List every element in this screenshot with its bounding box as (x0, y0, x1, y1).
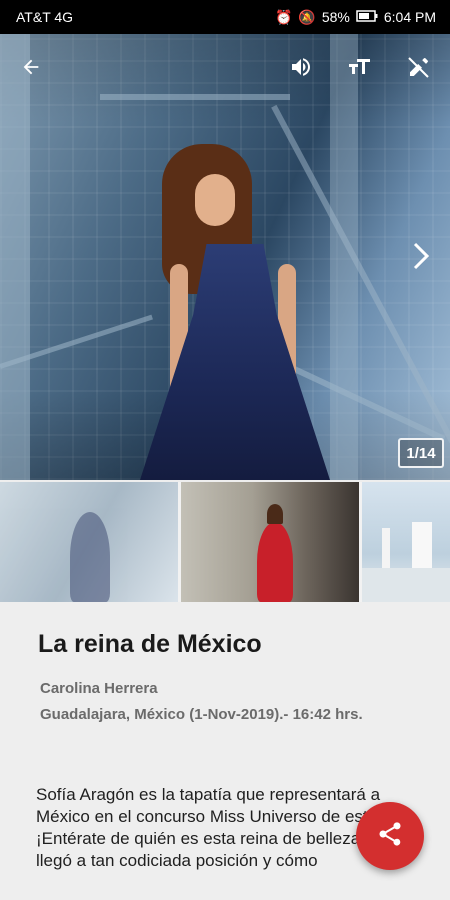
share-button[interactable] (356, 802, 424, 870)
thumbnail-3[interactable] (362, 482, 450, 602)
text-size-icon[interactable] (346, 52, 376, 82)
thumbnail-1[interactable] (0, 482, 178, 602)
status-icons: ⏰ 🔕 58% 6:04 PM (275, 9, 436, 26)
article-title: La reina de México (38, 630, 262, 658)
article-dateline: Guadalajara, México (1-Nov-2019).- 16:42… (40, 706, 363, 723)
status-bar: AT&T 4G ⏰ 🔕 58% 6:04 PM (0, 0, 450, 34)
battery-icon (356, 9, 378, 25)
carrier-label: AT&T 4G (16, 9, 74, 25)
mute-icon: 🔕 (298, 8, 316, 25)
article-author: Carolina Herrera (40, 680, 158, 697)
share-icon (376, 820, 404, 853)
edit-off-icon[interactable] (404, 52, 434, 82)
alarm-icon: ⏰ (274, 8, 293, 25)
thumbnail-strip[interactable] (0, 482, 450, 602)
battery-percent: 58% (321, 9, 350, 25)
model-figure (140, 144, 330, 480)
clock: 6:04 PM (383, 9, 436, 25)
back-arrow-icon[interactable] (16, 52, 46, 82)
gallery-main-photo[interactable] (0, 34, 450, 480)
thumbnail-2[interactable] (181, 482, 359, 602)
next-photo-chevron-icon[interactable] (406, 238, 436, 274)
volume-icon[interactable] (286, 52, 316, 82)
photo-counter: 1/14 (398, 438, 444, 468)
